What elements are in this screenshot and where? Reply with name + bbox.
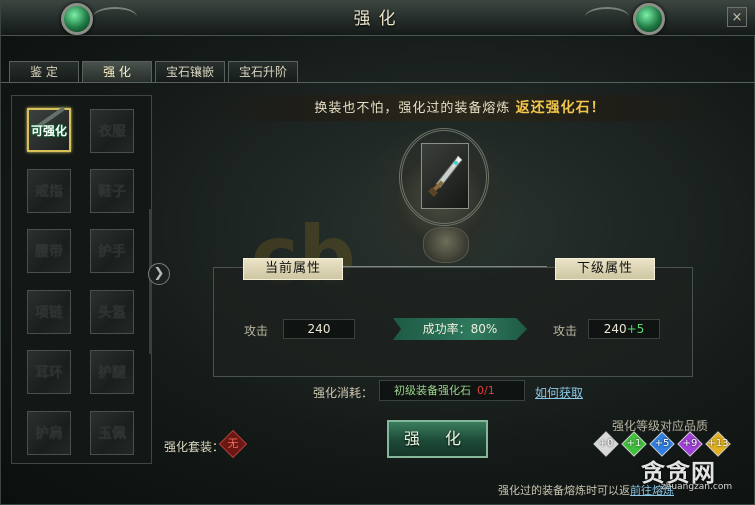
tab-divider bbox=[1, 82, 755, 83]
target-equipment-slot[interactable] bbox=[421, 143, 469, 209]
equip-slot-earring[interactable]: 耳环 bbox=[27, 350, 71, 394]
success-rate: 成功率：80% bbox=[393, 318, 527, 340]
current-attack-value: 240 bbox=[283, 319, 355, 339]
sword-icon bbox=[428, 155, 463, 197]
tab-appraise[interactable]: 鉴 定 bbox=[9, 61, 79, 83]
tab-enhance[interactable]: 强 化 bbox=[82, 61, 152, 83]
window-title: 强化 bbox=[353, 9, 404, 29]
tab-bar: 鉴 定 强 化 宝石镶嵌 宝石升阶 bbox=[9, 61, 298, 83]
current-attr-title: 当前属性 bbox=[243, 258, 343, 280]
next-attr-title: 下级属性 bbox=[555, 258, 655, 280]
banner-highlight: 返还强化石！ bbox=[515, 100, 606, 116]
banner-text: 换装也不怕，强化过的装备熔炼 bbox=[314, 101, 511, 116]
current-attack-label: 攻击 bbox=[244, 324, 269, 338]
tab-gem-upgrade[interactable]: 宝石升阶 bbox=[228, 61, 298, 83]
gem-quality-1-label: +1 bbox=[626, 438, 642, 449]
next-attack-base: 240 bbox=[603, 322, 627, 336]
next-attack-bonus: +5 bbox=[626, 322, 645, 336]
title-bar: 强化 × bbox=[1, 1, 755, 36]
suit-badge-text: 无 bbox=[227, 437, 239, 450]
gem-quality-5-label: +5 bbox=[654, 438, 670, 449]
footer-hint-text: 强化过的装备熔炼时可以返 bbox=[498, 484, 630, 497]
gem-quality-13-label: +13 bbox=[707, 438, 729, 449]
equip-slot-necklace[interactable]: 项链 bbox=[27, 290, 71, 334]
equip-slot-ring[interactable]: 戒指 bbox=[27, 169, 71, 213]
panel-divider bbox=[343, 266, 547, 267]
close-button[interactable]: × bbox=[727, 7, 747, 27]
next-attack-label: 攻击 bbox=[553, 324, 578, 338]
gem-quality-0-label: +0 bbox=[598, 438, 614, 449]
enhance-suit-label: 强化套装： bbox=[164, 440, 225, 454]
consume-item-box: 初级装备强化石 0/1 bbox=[379, 380, 525, 401]
enhance-window: 强化 × 鉴 定 强 化 宝石镶嵌 宝石升阶 可强化 衣服 戒指 鞋子 腰带 护… bbox=[0, 0, 755, 505]
guardian-face-ornament bbox=[423, 227, 469, 263]
equip-slot-weapon[interactable]: 可强化 bbox=[27, 106, 71, 152]
enhance-button[interactable]: 强 化 bbox=[387, 420, 488, 458]
equip-slot-gloves[interactable]: 护手 bbox=[90, 229, 134, 273]
site-watermark-url: zhuangzan.com bbox=[661, 482, 733, 492]
enhanceable-tag: 可强化 bbox=[31, 124, 68, 138]
chevron-right-icon[interactable]: ❯ bbox=[148, 263, 170, 285]
equip-slot-helmet[interactable]: 头盔 bbox=[90, 290, 134, 334]
consume-item-name: 初级装备强化石 bbox=[394, 384, 471, 397]
equip-slot-shoulder[interactable]: 护肩 bbox=[27, 411, 71, 455]
consume-label: 强化消耗： bbox=[313, 386, 374, 400]
how-to-obtain-link[interactable]: 如何获取 bbox=[535, 384, 583, 401]
equip-slot-clothes[interactable]: 衣服 bbox=[90, 109, 134, 153]
equip-slot-shoes[interactable]: 鞋子 bbox=[90, 169, 134, 213]
promo-banner: 换装也不怕，强化过的装备熔炼 返还强化石！ bbox=[201, 95, 719, 121]
equip-slot-jade[interactable]: 玉佩 bbox=[90, 411, 134, 455]
consume-item-count: 0/1 bbox=[477, 384, 495, 397]
equip-slot-belt[interactable]: 腰带 bbox=[27, 229, 71, 273]
next-attack-value: 240+5 bbox=[588, 319, 660, 339]
tab-gem-inlay[interactable]: 宝石镶嵌 bbox=[155, 61, 225, 83]
equip-slot-leggings[interactable]: 护腿 bbox=[90, 350, 134, 394]
gem-quality-9-label: +9 bbox=[682, 438, 698, 449]
